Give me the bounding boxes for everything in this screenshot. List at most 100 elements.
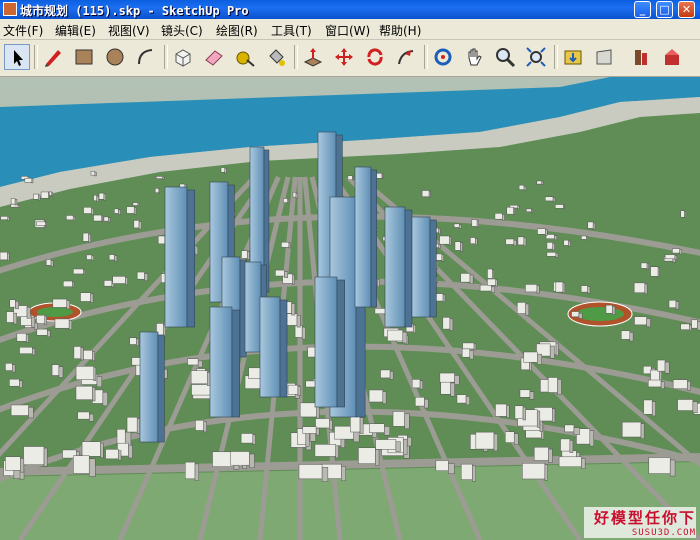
building-side xyxy=(381,173,384,179)
maximize-button[interactable]: □ xyxy=(656,1,673,18)
building xyxy=(83,207,92,214)
building xyxy=(680,210,685,218)
building xyxy=(546,242,553,250)
building-side xyxy=(7,252,10,262)
building-side xyxy=(581,458,586,469)
orbit-tool-button[interactable] xyxy=(430,44,456,70)
menu-tools[interactable]: 工具(T) xyxy=(271,22,312,39)
menu-help[interactable]: 帮助(H) xyxy=(379,22,421,39)
building xyxy=(10,404,29,416)
menu-view[interactable]: 视图(V) xyxy=(108,22,150,39)
circle-icon xyxy=(106,48,124,66)
building-side xyxy=(162,176,165,180)
select-tool-button[interactable] xyxy=(4,44,30,70)
glass-tower-side xyxy=(186,189,195,328)
building xyxy=(369,423,385,433)
building-side xyxy=(664,361,670,374)
building-side xyxy=(687,380,691,391)
building-side xyxy=(68,319,73,330)
move-tool-button[interactable] xyxy=(331,44,357,70)
rectangle-icon xyxy=(75,49,93,65)
building-side xyxy=(644,283,648,295)
eraser-tool-button[interactable] xyxy=(201,44,227,70)
rectangle-tool-button[interactable] xyxy=(71,44,97,70)
building-side xyxy=(660,381,665,389)
building-side xyxy=(475,238,478,245)
building xyxy=(634,316,647,326)
building-side xyxy=(43,447,48,467)
menu-edit[interactable]: 编辑(E) xyxy=(55,22,96,39)
glass-tower xyxy=(209,306,233,418)
model-viewport[interactable]: 好模型任你下 SUSU3D.COM xyxy=(0,77,700,540)
push-pull-tool-button[interactable] xyxy=(300,44,326,70)
building xyxy=(475,431,495,450)
share-model-tool-button[interactable] xyxy=(591,44,617,70)
tape-measure-tool-button[interactable] xyxy=(232,44,258,70)
menu-draw[interactable]: 绘图(R) xyxy=(216,22,258,39)
paint-bucket-icon xyxy=(269,49,285,66)
arc-tool-button[interactable] xyxy=(133,44,159,70)
extension-tool-button[interactable] xyxy=(659,44,685,70)
close-button[interactable]: ✕ xyxy=(678,1,695,18)
menu-window[interactable]: 窗口(W) xyxy=(325,22,370,39)
building xyxy=(672,379,688,389)
building-side xyxy=(513,207,515,216)
building-side xyxy=(555,342,559,356)
building xyxy=(283,198,288,203)
building-side xyxy=(403,438,408,455)
building-side xyxy=(438,228,441,234)
building-side xyxy=(114,255,118,262)
building xyxy=(10,198,16,205)
building-side xyxy=(136,418,141,434)
building-side xyxy=(674,255,678,260)
pan-tool-button[interactable] xyxy=(461,44,487,70)
building xyxy=(605,304,613,314)
menu-camera[interactable]: 镜头(C) xyxy=(161,22,203,39)
get-models-tool-button[interactable] xyxy=(560,44,586,70)
building-side xyxy=(389,371,394,380)
zoom-tool-button[interactable] xyxy=(492,44,518,70)
building xyxy=(536,180,542,185)
building xyxy=(460,463,473,480)
paint-bucket-tool-button[interactable] xyxy=(263,44,289,70)
building xyxy=(421,190,430,197)
building-side xyxy=(20,458,25,473)
zoom-extents-tool-button[interactable] xyxy=(523,44,549,70)
building-side xyxy=(100,442,104,458)
menu-file[interactable]: 文件(F) xyxy=(3,22,43,39)
building-side xyxy=(31,178,34,184)
component-library-tool-button[interactable] xyxy=(628,44,654,70)
building-side xyxy=(513,433,519,445)
building-side xyxy=(469,274,474,284)
building xyxy=(241,250,248,259)
building-side xyxy=(88,233,92,243)
follow-me-tool-button[interactable] xyxy=(393,44,419,70)
building xyxy=(281,241,290,248)
building xyxy=(24,178,33,183)
circle-tool-button[interactable] xyxy=(102,44,128,70)
minimize-button[interactable]: _ xyxy=(634,1,651,18)
building-side xyxy=(522,406,526,421)
building-side xyxy=(441,254,444,262)
make-component-tool-button[interactable] xyxy=(170,44,196,70)
building-side xyxy=(89,413,94,422)
building-side xyxy=(646,263,649,270)
building-side xyxy=(252,434,256,445)
building xyxy=(387,329,404,342)
sketchup-app-icon[interactable] xyxy=(3,2,17,16)
city-model-render[interactable] xyxy=(0,77,700,540)
component-library-icon xyxy=(635,50,647,65)
building xyxy=(554,204,564,209)
building xyxy=(505,431,515,443)
rotate-tool-button[interactable] xyxy=(362,44,388,70)
watermark-url: SUSU3D.COM xyxy=(631,528,696,538)
building xyxy=(495,403,507,417)
building-side xyxy=(28,407,34,419)
pencil-tool-button[interactable] xyxy=(40,44,66,70)
building xyxy=(454,241,461,251)
building xyxy=(392,411,405,427)
building-side xyxy=(448,463,455,475)
building xyxy=(187,358,199,366)
building-side xyxy=(428,190,431,198)
building-side xyxy=(44,315,47,325)
